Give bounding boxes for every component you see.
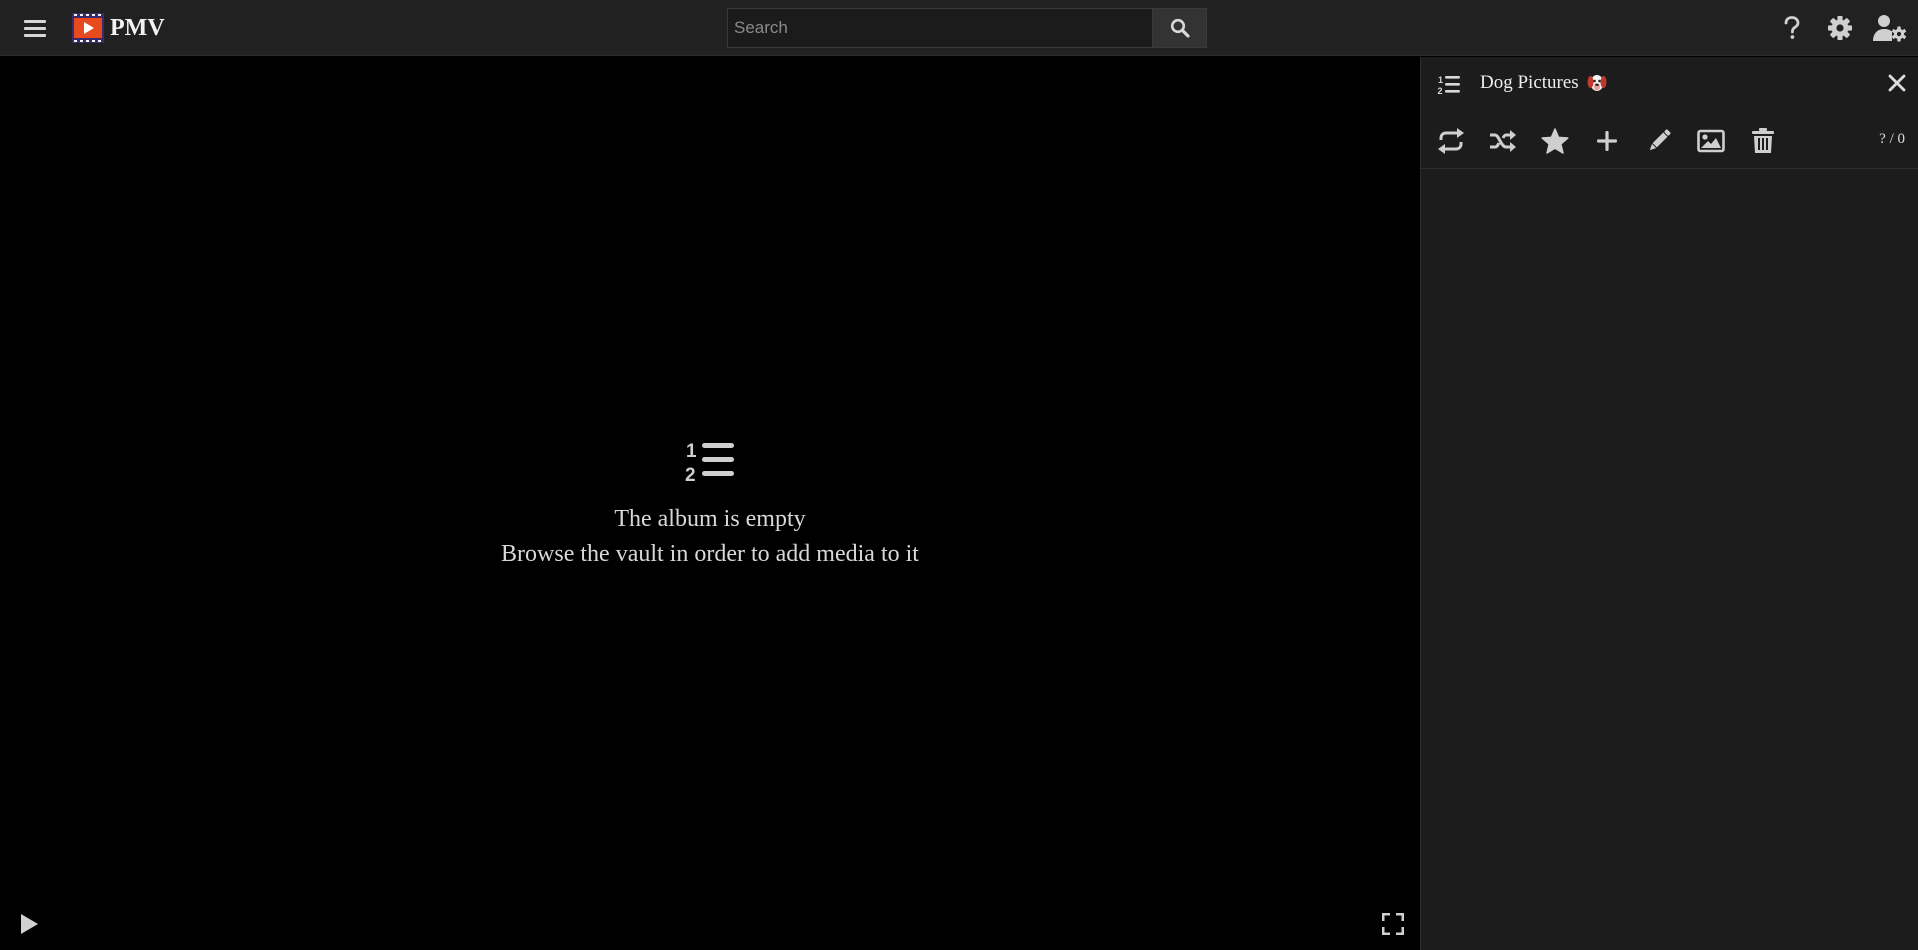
shuffle-button[interactable] xyxy=(1485,125,1521,157)
album-title-text: Dog Pictures xyxy=(1480,72,1579,93)
add-media-button[interactable] xyxy=(1589,125,1625,157)
close-icon xyxy=(1888,74,1906,92)
pencil-icon xyxy=(1649,129,1671,151)
album-header: 1 2 Dog Pictures xyxy=(1421,57,1918,113)
menu-icon xyxy=(24,20,46,37)
star-icon xyxy=(1541,128,1569,154)
close-sidebar-button[interactable] xyxy=(1883,69,1911,97)
album-toolbar: ? / 0 xyxy=(1421,113,1918,169)
fullscreen-icon xyxy=(1382,913,1404,935)
player-area: 1 2 The album is empty Browse the vault … xyxy=(0,57,1420,950)
trash-icon xyxy=(1752,128,1774,153)
image-icon xyxy=(1697,129,1725,153)
play-icon xyxy=(21,914,38,934)
app-name: PMV xyxy=(110,14,165,41)
svg-text:1: 1 xyxy=(686,441,697,462)
settings-button[interactable] xyxy=(1822,12,1858,44)
menu-button[interactable] xyxy=(18,14,52,42)
app-logo[interactable]: PMV xyxy=(72,11,165,45)
play-button[interactable] xyxy=(14,909,44,939)
dog-face-emoji xyxy=(1587,75,1607,91)
album-position: ? / 0 xyxy=(1879,131,1905,147)
search-icon xyxy=(1170,18,1190,38)
rename-album-button[interactable] xyxy=(1641,125,1677,157)
account-settings-button[interactable] xyxy=(1870,12,1910,44)
help-icon xyxy=(1784,16,1800,39)
album-sidebar: 1 2 Dog Pictures ? / 0 xyxy=(1420,57,1918,950)
svg-text:1: 1 xyxy=(1438,75,1443,85)
search-bar xyxy=(727,8,1207,48)
album-title: Dog Pictures xyxy=(1480,72,1607,94)
svg-text:2: 2 xyxy=(685,465,696,485)
help-button[interactable] xyxy=(1774,12,1810,44)
gear-icon xyxy=(1828,16,1852,40)
empty-title: The album is empty xyxy=(614,506,806,532)
plus-icon xyxy=(1597,131,1617,151)
loop-button[interactable] xyxy=(1433,125,1469,157)
favorite-button[interactable] xyxy=(1537,125,1573,157)
user-cog-icon xyxy=(1873,15,1907,42)
empty-album-message: 1 2 The album is empty Browse the vault … xyxy=(0,437,1420,569)
search-button[interactable] xyxy=(1152,8,1207,48)
repeat-icon xyxy=(1438,128,1464,154)
logo-icon xyxy=(72,13,104,43)
empty-subtitle: Browse the vault in order to add media t… xyxy=(501,541,919,567)
album-thumbnail-button[interactable] xyxy=(1693,125,1729,157)
ordered-list-icon: 1 2 xyxy=(685,441,734,485)
svg-text:2: 2 xyxy=(1438,86,1443,96)
top-bar: PMV xyxy=(0,0,1918,56)
fullscreen-button[interactable] xyxy=(1378,909,1408,939)
delete-album-button[interactable] xyxy=(1745,125,1781,157)
shuffle-icon xyxy=(1490,130,1516,152)
ordered-list-icon: 1 2 xyxy=(1438,75,1460,96)
search-input[interactable] xyxy=(727,8,1152,48)
